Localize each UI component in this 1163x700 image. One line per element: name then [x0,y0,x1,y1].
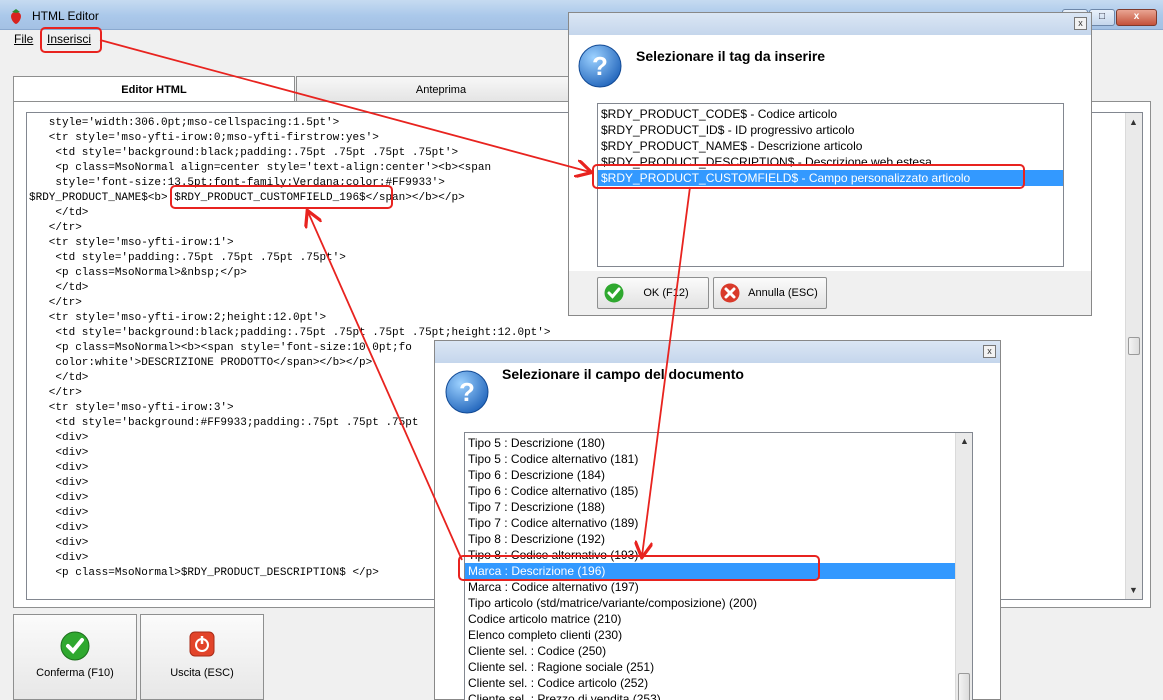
code-line: style='width:306.0pt;mso-cellspacing:1.5… [29,117,340,129]
code-line: <p class=MsoNormal>&nbsp;</p> [29,267,247,279]
code-line: </tr> [29,222,82,234]
field-list-item[interactable]: Cliente sel. : Ragione sociale (251) [465,659,972,675]
confirm-label: Conferma (F10) [36,667,114,679]
editor-scrollbar[interactable]: ▲ ▼ [1125,113,1142,599]
tab-editor-html[interactable]: Editor HTML [13,76,295,104]
field-list-item[interactable]: Elenco completo clienti (230) [465,627,972,643]
scroll-up-icon[interactable]: ▲ [1129,117,1138,127]
ok-button[interactable]: OK (F12) [597,277,709,309]
close-window-button[interactable]: x [1116,9,1157,26]
scroll-thumb[interactable] [1128,337,1140,355]
tag-list-item[interactable]: $RDY_PRODUCT_ID$ - ID progressivo artico… [598,122,1063,138]
code-line: <tr style='mso-yfti-irow:2;height:12.0pt… [29,312,327,324]
window-title: HTML Editor [32,9,99,23]
strawberry-icon [11,9,21,24]
exit-label: Uscita (ESC) [170,667,234,679]
maximize-icon: □ [1098,11,1106,22]
code-line: <p class=MsoNormal align=center style='t… [29,162,492,174]
field-list-item[interactable]: Tipo 5 : Descrizione (180) [465,435,972,451]
confirm-button[interactable]: Conferma (F10) [13,614,137,700]
code-line: </tr> [29,297,82,309]
field-list-item[interactable]: Cliente sel. : Codice (250) [465,643,972,659]
exit-button[interactable]: Uscita (ESC) [140,614,264,700]
field-list-item[interactable]: Tipo 6 : Descrizione (184) [465,467,972,483]
annotation-box-field [458,555,820,581]
check-icon [604,283,624,303]
svg-text:?: ? [459,377,475,407]
tag-dialog-heading: Selezionare il tag da inserire [636,48,826,64]
code-line: <td style='background:black;padding:.75p… [29,327,551,339]
close-icon: x [1133,11,1140,22]
field-list-item[interactable]: Tipo 7 : Descrizione (188) [465,499,972,515]
tag-list-item[interactable]: $RDY_PRODUCT_NAME$ - Descrizione articol… [598,138,1063,154]
annotation-box-menu [40,27,102,53]
field-dialog-heading: Selezionare il campo del documento [502,366,744,382]
field-list-item[interactable]: Tipo 8 : Descrizione (192) [465,531,972,547]
cancel-label: Annulla (ESC) [748,287,818,299]
field-select-dialog: x ? Selezionare il campo del documento T… [434,340,1001,700]
field-list-item[interactable]: Cliente sel. : Prezzo di vendita (253) [465,691,972,700]
tab-anteprima[interactable]: Anteprima [296,76,586,102]
ok-label: OK (F12) [643,287,689,299]
tag-dialog-footer: OK (F12) Annulla (ESC) [569,271,1091,315]
field-list-item[interactable]: Tipo 5 : Codice alternativo (181) [465,451,972,467]
tag-list-item[interactable]: $RDY_PRODUCT_CODE$ - Codice articolo [598,106,1063,122]
field-list-item[interactable]: Tipo 6 : Codice alternativo (185) [465,483,972,499]
scroll-up-icon[interactable]: ▲ [960,436,969,446]
dialog-close-button[interactable]: x [1074,17,1087,30]
field-list-item[interactable]: Cliente sel. : Codice articolo (252) [465,675,972,691]
code-line: <tr style='mso-yfti-irow:1'> [29,237,234,249]
annotation-box-code [170,185,393,209]
field-list-item[interactable]: Codice articolo matrice (210) [465,611,972,627]
field-list-item[interactable]: Tipo 7 : Codice alternativo (189) [465,515,972,531]
field-list-item[interactable]: Tipo articolo (std/matrice/variante/comp… [465,595,972,611]
code-line: <td style='padding:.75pt .75pt .75pt .75… [29,252,346,264]
bottom-toolbar: Conferma (F10) Uscita (ESC) [13,614,268,700]
svg-text:?: ? [592,51,608,81]
question-icon: ? [445,370,489,414]
check-icon [60,631,90,661]
dialog-titlebar: x [435,341,1000,363]
question-icon: ? [578,44,622,88]
annotation-box-tag [592,164,1025,189]
field-list-scrollbar[interactable]: ▲ [955,433,972,700]
code-line: <tr style='mso-yfti-irow:0;mso-yfti-firs… [29,132,379,144]
scroll-down-icon[interactable]: ▼ [1129,585,1138,595]
dialog-close-button[interactable]: x [983,345,996,358]
field-list-item[interactable]: Marca : Codice alternativo (197) [465,579,972,595]
menu-file[interactable]: File [14,32,33,46]
scroll-thumb[interactable] [958,673,970,700]
maximize-button[interactable]: □ [1089,9,1115,26]
cancel-icon [720,283,740,303]
cancel-button[interactable]: Annulla (ESC) [713,277,827,309]
code-line: <td style='background:black;padding:.75p… [29,147,459,159]
power-icon [189,631,215,657]
dialog-titlebar: x [569,13,1091,35]
code-line: </td> [29,282,89,294]
